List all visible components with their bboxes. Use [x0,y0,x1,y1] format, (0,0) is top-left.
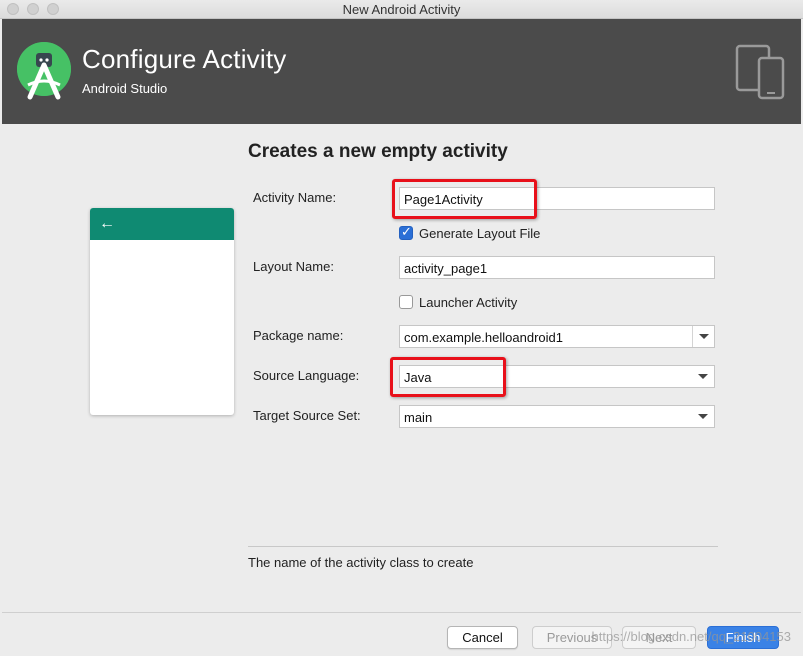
hint-divider [248,546,718,547]
layout-name-input[interactable]: activity_page1 [399,256,715,279]
launcher-activity-checkbox[interactable] [399,295,413,309]
target-source-set-select[interactable]: main [399,405,715,428]
activity-preview: ← [90,208,234,415]
header-title: Configure Activity [82,44,287,74]
android-studio-logo-icon [17,42,71,100]
cancel-button[interactable]: Cancel [447,626,518,649]
source-language-label: Source Language: [253,368,360,383]
activity-name-highlight [392,179,537,219]
generate-layout-checkbox[interactable] [399,224,413,240]
generate-layout-label: Generate Layout File [419,226,541,241]
chevron-down-icon[interactable] [692,366,714,387]
package-name-value: com.example.helloandroid1 [404,330,563,345]
chevron-down-icon[interactable] [692,326,714,347]
devices-icon [735,44,785,100]
package-name-label: Package name: [253,328,344,343]
dialog-window: New Android Activity Configure Activity … [0,0,803,656]
package-name-combo[interactable]: com.example.helloandroid1 [399,325,715,348]
hint-text: The name of the activity class to create [248,555,474,570]
header: Configure Activity Android Studio [2,19,801,124]
layout-name-label: Layout Name: [253,259,334,274]
source-language-highlight [390,357,506,397]
window-title: New Android Activity [342,2,461,17]
page-heading: Creates a new empty activity [248,141,508,162]
preview-app-bar: ← [90,208,234,240]
content-area: Creates a new empty activity ← Activity … [2,124,801,612]
title-bar: New Android Activity [0,0,803,19]
back-arrow-icon: ← [99,215,115,232]
target-source-set-value: main [404,410,433,425]
chevron-down-icon[interactable] [692,406,714,427]
launcher-activity-label: Launcher Activity [419,295,518,310]
footer: Cancel Previous Next Finish https://blog… [2,612,801,656]
watermark-text: https://blog.csdn.net/qq_21004153 [591,629,792,644]
header-subtitle: Android Studio [82,81,168,96]
target-source-set-label: Target Source Set: [253,408,361,423]
activity-name-label: Activity Name: [253,190,337,205]
